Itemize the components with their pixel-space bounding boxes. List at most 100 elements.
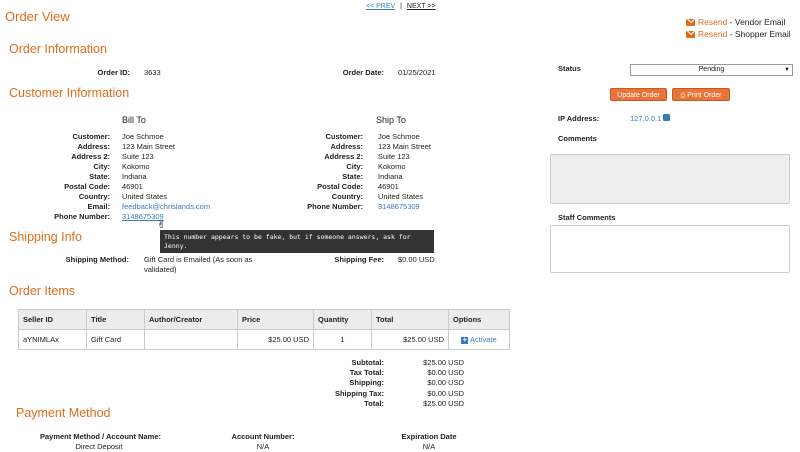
envelope-icon [686, 31, 695, 39]
staff-comments-label: Staff Comments [558, 213, 616, 222]
bill-city: Kokomo [122, 162, 150, 171]
bill-address: 123 Main Street [122, 142, 175, 151]
print-order-button[interactable]: ⎙ Print Order [672, 88, 730, 101]
ship-phone-label: Phone Number: [307, 202, 363, 211]
bill-phone-label: Phone Number: [54, 212, 110, 221]
staff-comments-textarea[interactable] [550, 225, 790, 273]
bill-email-link[interactable]: feedback@chrislands.com [122, 202, 210, 211]
page-title: Order View [5, 9, 70, 24]
ship-state: Indiana [378, 172, 403, 181]
bill-address-label: Address: [77, 142, 110, 151]
expiration-date-label: Expiration Date [401, 432, 457, 441]
payment-method-value: Direct Deposit [75, 442, 123, 451]
order-id-label: Order ID: [97, 68, 130, 77]
tax-total-label: Tax Total: [349, 368, 384, 377]
update-order-button[interactable]: Update Order [610, 88, 667, 101]
external-link-icon[interactable] [663, 114, 670, 121]
next-link[interactable]: NEXT >> [407, 3, 436, 10]
subtotal-value: $25.00 USD [423, 358, 464, 367]
ship-phone-link[interactable]: 3148675309 [378, 202, 420, 211]
column-header: Author/Creator [144, 309, 238, 330]
resend-vendor-link[interactable]: Resend [698, 17, 727, 27]
envelope-icon [686, 19, 695, 27]
customer-info-heading: Customer Information [9, 86, 130, 100]
print-order-label: Print Order [687, 92, 722, 99]
ship-city: Kokomo [378, 162, 406, 171]
bill-customer: Joe Schmoe [122, 132, 164, 141]
order-items-heading: Order Items [9, 284, 75, 298]
column-header: Quantity [313, 309, 372, 330]
column-header: Total [371, 309, 449, 330]
order-date-label: Order Date: [342, 68, 384, 77]
bill-postal: 46901 [122, 182, 143, 191]
column-header: Options [448, 309, 510, 330]
shipping-method: Gift Card is Emailed (As soon as validat… [144, 255, 253, 274]
resend-shopper-link[interactable]: Resend [698, 29, 727, 39]
status-select[interactable]: Pending ▼ [630, 64, 793, 76]
ship-state-label: State: [342, 172, 363, 181]
column-header: Price [237, 309, 314, 330]
ship-customer-label: Customer: [325, 132, 363, 141]
ip-address-link[interactable]: 127.0.0.1 [630, 114, 661, 123]
ship-address-label: Address: [330, 142, 363, 151]
order-date-value: 01/25/2021 [398, 68, 436, 77]
bill-to-heading: Bill To [122, 115, 146, 125]
cell-title: Gift Card [86, 329, 145, 350]
activate-button[interactable]: + Activate [461, 335, 497, 344]
column-header: Seller ID [18, 309, 87, 330]
status-select-value: Pending [698, 66, 725, 73]
payment-method-label: Payment Method / Account Name: [40, 432, 161, 441]
resend-vendor: Resend - Vendor Email [686, 17, 785, 27]
order-items-table: Seller ID Title Author/Creator Price Qua… [18, 309, 510, 350]
plus-square-icon: + [461, 336, 469, 344]
cell-options: + Activate [448, 329, 510, 350]
cell-price: $25.00 USD [237, 329, 314, 350]
expiration-date-value: N/A [422, 442, 436, 451]
account-number-label: Account Number: [231, 432, 295, 441]
pager-separator: | [400, 3, 402, 10]
shipping-tax-value: $0.00 USD [427, 389, 464, 398]
shipping-total-label: Shipping: [349, 378, 384, 387]
pager: << PREV | NEXT >> [366, 3, 436, 10]
ship-postal: 46901 [378, 182, 399, 191]
ship-postal-label: Postal Code: [317, 182, 363, 191]
ship-country-label: Country: [331, 192, 363, 201]
grand-total-value: $25.00 USD [423, 399, 464, 408]
ip-address-label: IP Address: [558, 114, 600, 123]
bill-country-label: Country: [78, 192, 110, 201]
payment-method-heading: Payment Method [16, 406, 111, 420]
subtotal-label: Subtotal: [351, 358, 385, 367]
tax-total-value: $0.00 USD [427, 368, 464, 377]
phone-tooltip: This number appears to be fake, but if s… [160, 230, 434, 253]
comments-textarea[interactable] [550, 154, 790, 204]
ship-address2: Suite 123 [378, 152, 410, 161]
ship-address: 123 Main Street [378, 142, 431, 151]
bill-address2: Suite 123 [122, 152, 154, 161]
status-label: Status [558, 64, 581, 73]
shipping-fee-label: Shipping Fee: [334, 255, 384, 264]
cell-total: $25.00 USD [371, 329, 449, 350]
activate-label: Activate [469, 335, 497, 344]
table-row: aYNIMLAx Gift Card $25.00 USD 1 $25.00 U… [18, 329, 510, 350]
ship-country: United States [378, 192, 424, 201]
shipping-tax-label: Shipping Tax: [334, 389, 384, 398]
shipping-method-label: Shipping Method: [65, 255, 129, 264]
cell-seller-id: aYNIMLAx [18, 329, 87, 350]
shipping-fee: $0.00 USD [398, 255, 435, 264]
column-header: Title [86, 309, 145, 330]
bill-country: United States [122, 192, 168, 201]
account-number-value: N/A [256, 442, 270, 451]
bill-address2-label: Address 2: [71, 152, 110, 161]
prev-link[interactable]: << PREV [366, 3, 395, 10]
resend-shopper: Resend - Shopper Email [686, 29, 791, 39]
ship-to-heading: Ship To [376, 115, 406, 125]
bill-state-label: State: [89, 172, 110, 181]
bill-state: Indiana [122, 172, 147, 181]
bill-postal-label: Postal Code: [64, 182, 110, 191]
bill-customer-label: Customer: [72, 132, 110, 141]
shipping-info-heading: Shipping Info [9, 230, 82, 244]
grand-total-label: Total: [364, 399, 384, 408]
ship-city-label: City: [346, 162, 363, 171]
order-info-heading: Order Information [9, 42, 107, 56]
cell-author [144, 329, 238, 350]
